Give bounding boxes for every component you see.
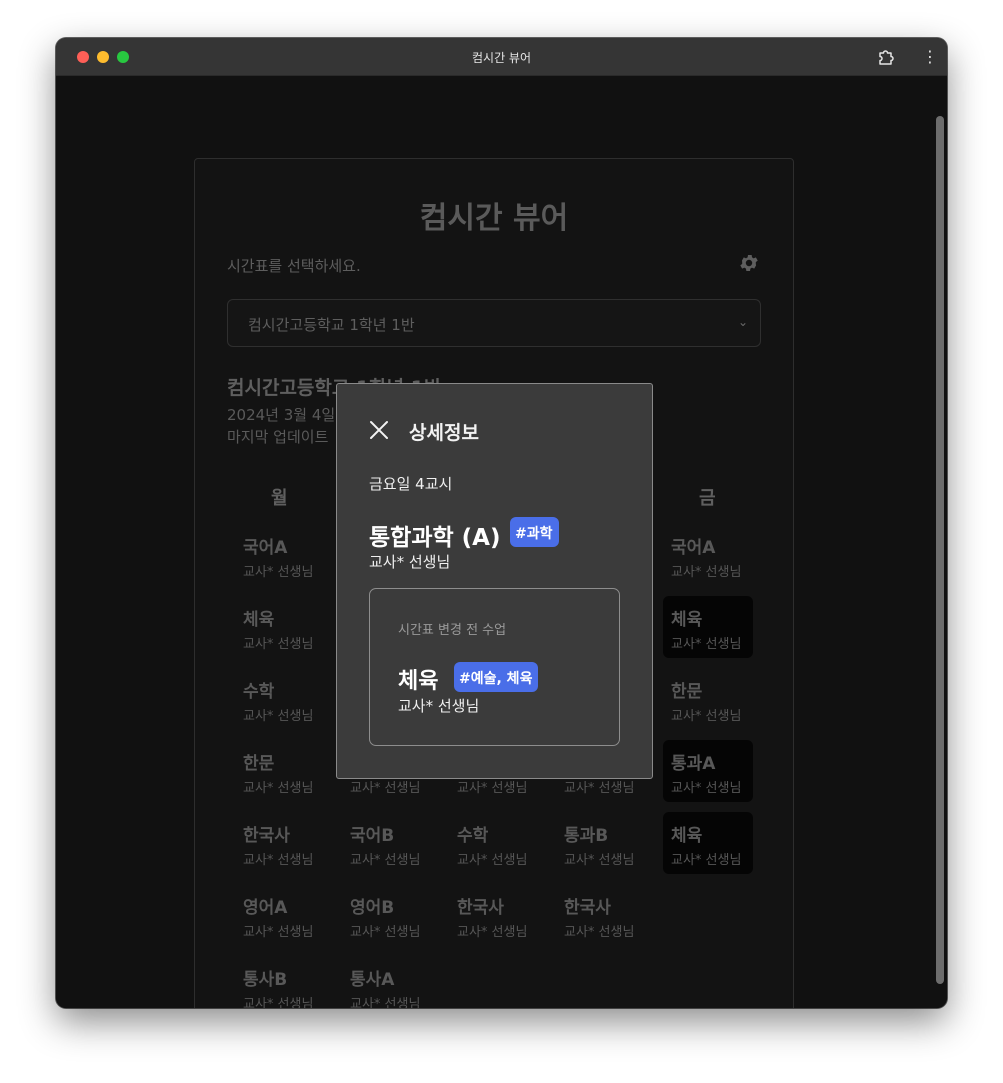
timetable-cell-changed[interactable]: 통과A 교사* 선생님	[663, 740, 753, 802]
cell-teacher: 교사* 선생님	[564, 853, 635, 868]
timetable-cell[interactable]: 통사A 교사* 선생님	[342, 956, 432, 1008]
cell-teacher: 교사* 선생님	[243, 709, 314, 724]
previous-subject-tag: #예술, 체육	[454, 662, 539, 692]
cell-teacher: 교사* 선생님	[671, 781, 742, 796]
day-header-fri: 금	[699, 488, 716, 509]
timetable-cell[interactable]: 통사B 교사* 선생님	[235, 956, 325, 1008]
cell-teacher: 교사* 선생님	[243, 781, 314, 796]
timetable-cell[interactable]: 체육교사* 선생님	[235, 596, 325, 658]
timetable-cell[interactable]: 국어A 교사* 선생님	[663, 524, 753, 586]
timetable-cell-changed[interactable]: 체육교사* 선생님	[663, 596, 753, 658]
timetable-cell[interactable]: 국어B 교사* 선생님	[342, 812, 432, 874]
cell-teacher: 교사* 선생님	[350, 853, 421, 868]
cell-teacher: 교사* 선생님	[564, 781, 635, 796]
window-title: 컴시간 뷰어	[471, 51, 531, 65]
cell-teacher: 교사* 선생님	[457, 853, 528, 868]
subject-name: 통합과학 (A)	[369, 525, 501, 551]
cell-subject: 국어B	[350, 826, 395, 846]
cell-subject: 한문	[671, 682, 703, 702]
cell-subject: 한문	[243, 754, 275, 774]
cell-subject: 영어B	[350, 898, 395, 918]
chevron-down-icon: ⌄	[737, 315, 748, 329]
cell-teacher: 교사* 선생님	[457, 781, 528, 796]
previous-teacher-name: 교사* 선생님	[398, 697, 480, 715]
cell-teacher: 교사* 선생님	[350, 997, 421, 1008]
cell-teacher: 교사* 선생님	[671, 637, 742, 652]
cell-subject: 영어A	[243, 898, 288, 918]
cell-subject: 통사B	[243, 970, 288, 990]
cell-subject: 체육	[243, 610, 275, 630]
cell-subject: 통과B	[564, 826, 609, 846]
page-viewport: 컴시간 뷰어 시간표를 선택하세요. 컴시간고등학교 1학년 1반 ⌄ 컴시간고…	[56, 76, 947, 1008]
modal-title: 상세정보	[409, 422, 479, 444]
timetable-cell[interactable]: 한국사교사* 선생님	[556, 884, 646, 946]
timetable-cell-changed[interactable]: 체육교사* 선생님	[663, 812, 753, 874]
cell-teacher: 교사* 선생님	[243, 637, 314, 652]
cell-subject: 한국사	[457, 898, 504, 918]
timetable-cell[interactable]: 통과B 교사* 선생님	[556, 812, 646, 874]
title-bar: 컴시간 뷰어 ⋮	[56, 38, 947, 76]
subject-tag: #과학	[510, 517, 559, 547]
cell-subject: 통과A	[671, 754, 716, 774]
cell-subject: 수학	[457, 826, 489, 846]
previous-subject-name: 체육	[398, 669, 439, 694]
timetable-cell[interactable]: 영어B 교사* 선생님	[342, 884, 432, 946]
timetable-cell[interactable]: 한문교사* 선생님	[663, 668, 753, 730]
teacher-name: 교사* 선생님	[369, 553, 451, 571]
cell-teacher: 교사* 선생님	[564, 925, 635, 940]
puzzle-icon[interactable]	[877, 48, 895, 66]
timetable-select-value: 컴시간고등학교 1학년 1반	[248, 316, 415, 334]
cell-subject: 국어A	[243, 538, 288, 558]
more-vertical-icon[interactable]: ⋮	[922, 49, 938, 65]
cell-subject: 통사A	[350, 970, 395, 990]
close-icon[interactable]	[368, 419, 390, 441]
cell-teacher: 교사* 선생님	[350, 925, 421, 940]
cell-subject: 체육	[671, 826, 703, 846]
cell-subject: 한국사	[243, 826, 290, 846]
cell-subject: 수학	[243, 682, 275, 702]
previous-class-label: 시간표 변경 전 수업	[398, 623, 507, 638]
day-header-mon: 월	[271, 488, 288, 509]
cell-teacher: 교사* 선생님	[671, 709, 742, 724]
select-hint: 시간표를 선택하세요.	[227, 257, 361, 275]
cell-subject: 체육	[671, 610, 703, 630]
date-text: 2024년 3월 4일	[227, 406, 336, 424]
timetable-cell[interactable]: 한문교사* 선생님	[235, 740, 325, 802]
scrollbar[interactable]	[936, 116, 944, 984]
cell-teacher: 교사* 선생님	[243, 565, 314, 580]
timetable-cell[interactable]: 수학교사* 선생님	[449, 812, 539, 874]
period-text: 금요일 4교시	[369, 475, 453, 493]
gear-icon[interactable]	[738, 252, 760, 274]
timetable-cell[interactable]: 국어A 교사* 선생님	[235, 524, 325, 586]
timetable-cell[interactable]: 한국사교사* 선생님	[449, 884, 539, 946]
timetable-cell[interactable]: 수학교사* 선생님	[235, 668, 325, 730]
cell-teacher: 교사* 선생님	[671, 565, 742, 580]
timetable-cell[interactable]: 한국사교사* 선생님	[235, 812, 325, 874]
cell-subject: 한국사	[564, 898, 611, 918]
app-title: 컴시간 뷰어	[419, 201, 569, 236]
cell-subject: 국어A	[671, 538, 716, 558]
cell-teacher: 교사* 선생님	[457, 925, 528, 940]
cell-teacher: 교사* 선생님	[671, 853, 742, 868]
cell-teacher: 교사* 선생님	[350, 781, 421, 796]
cell-teacher: 교사* 선생님	[243, 853, 314, 868]
last-updated-text: 마지막 업데이트	[227, 428, 329, 446]
timetable-cell[interactable]: 영어A 교사* 선생님	[235, 884, 325, 946]
previous-class-box: 시간표 변경 전 수업 체육 #예술, 체육 교사* 선생님	[369, 588, 620, 746]
timetable-select[interactable]: 컴시간고등학교 1학년 1반 ⌄	[227, 299, 761, 347]
cell-teacher: 교사* 선생님	[243, 925, 314, 940]
detail-modal: 상세정보 금요일 4교시 통합과학 (A) #과학 교사* 선생님 시간표 변경…	[336, 383, 653, 779]
browser-window: 컴시간 뷰어 ⋮ 컴시간 뷰어 시간표를 선택하세요. 컴시간고등학교 1학년 …	[56, 38, 947, 1008]
cell-teacher: 교사* 선생님	[243, 997, 314, 1008]
